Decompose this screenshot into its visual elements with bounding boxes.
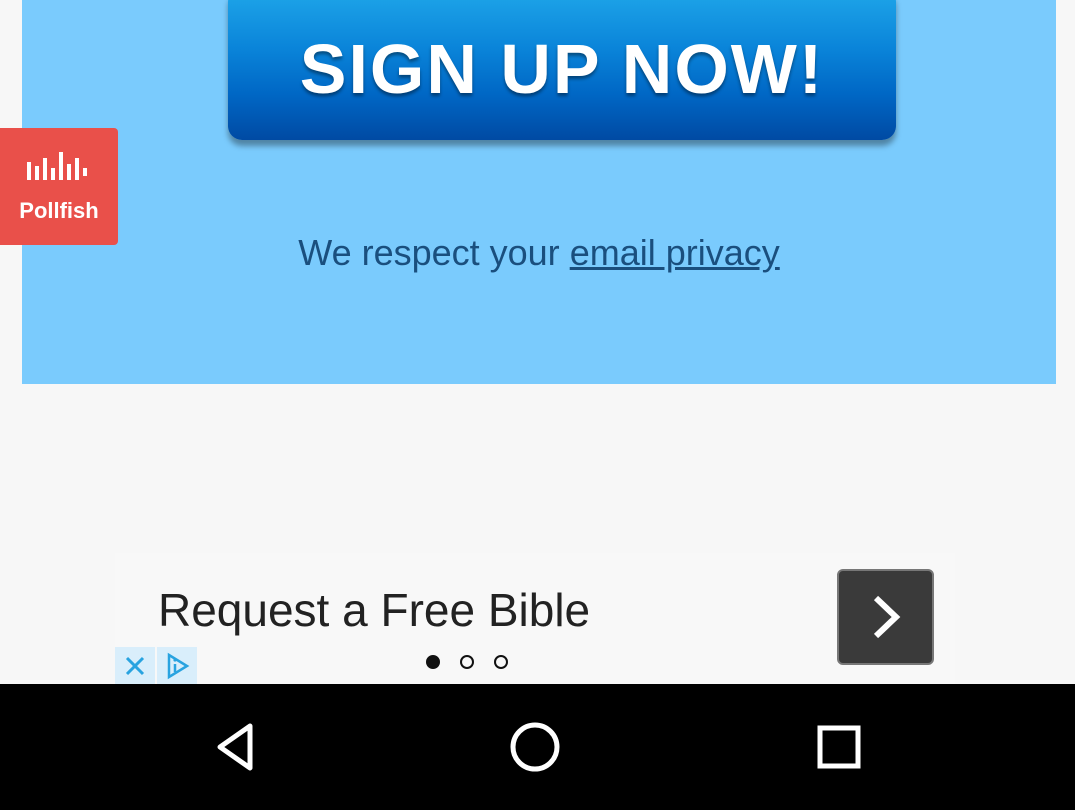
- ad-banner[interactable]: Request a Free Bible: [115, 553, 955, 684]
- back-button[interactable]: [200, 714, 270, 780]
- recents-button[interactable]: [804, 714, 874, 780]
- carousel-dot-3[interactable]: [494, 655, 508, 669]
- home-button[interactable]: [500, 714, 570, 780]
- carousel-dots: [426, 655, 508, 669]
- pollfish-button[interactable]: Pollfish: [0, 128, 118, 245]
- signup-panel: SIGN UP NOW! We respect your email priva…: [22, 0, 1056, 384]
- ad-choices-button[interactable]: [157, 647, 197, 684]
- android-navigation-bar: [0, 684, 1075, 810]
- sign-up-button[interactable]: SIGN UP NOW!: [228, 0, 896, 140]
- privacy-notice: We respect your email privacy: [22, 232, 1056, 274]
- back-icon: [217, 723, 253, 771]
- home-icon: [510, 722, 560, 772]
- ad-headline: Request a Free Bible: [158, 584, 591, 636]
- privacy-prefix-text: We respect your: [298, 232, 570, 273]
- pollfish-bars-icon: [27, 152, 87, 180]
- ad-close-button[interactable]: [115, 647, 155, 684]
- chevron-right-icon: [873, 595, 900, 639]
- carousel-dot-1[interactable]: [426, 655, 440, 669]
- close-icon: [125, 656, 145, 675]
- ad-next-button[interactable]: [837, 569, 934, 665]
- pollfish-label: Pollfish: [19, 198, 99, 223]
- email-privacy-link[interactable]: email privacy: [570, 232, 780, 273]
- ad-choices-icon: [167, 652, 190, 679]
- carousel-dot-2[interactable]: [460, 655, 474, 669]
- recents-icon: [817, 725, 861, 769]
